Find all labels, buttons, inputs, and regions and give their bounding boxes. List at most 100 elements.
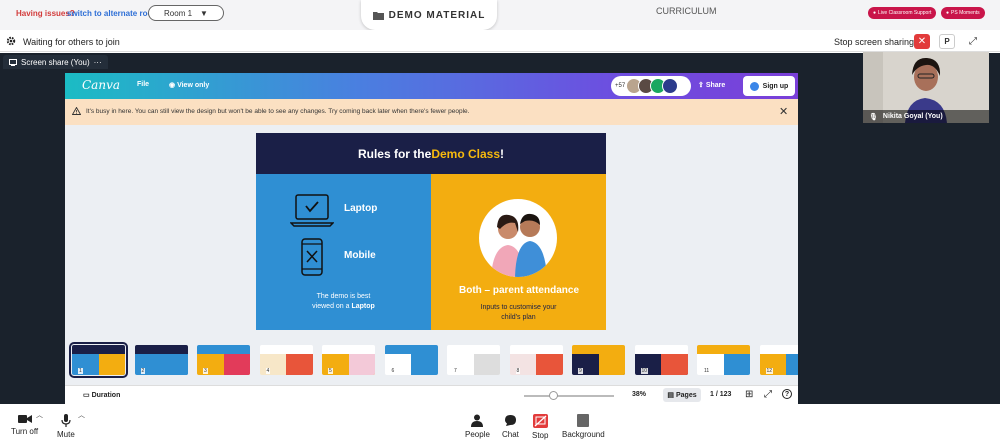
help-icon[interactable]: ?	[782, 389, 792, 399]
ps-moments-label: PS Moments	[951, 10, 980, 16]
live-support-label: Live Classroom Support	[878, 10, 932, 16]
thumbnail-number: 4	[265, 368, 271, 374]
thumbnail-number: 1	[78, 368, 83, 374]
canva-window: Canva File ◉ View only +57 ⇪ Share Sign …	[65, 73, 798, 404]
ps-moments-button[interactable]: ● PS Moments	[941, 7, 985, 19]
stop-sharing-button[interactable]: ✕	[914, 34, 930, 49]
thumbnail-accent	[411, 354, 438, 375]
thumbnail-accent	[223, 354, 250, 375]
status-bar: Waiting for others to join Stop screen s…	[0, 30, 1000, 52]
grid-view-icon[interactable]: ⊞	[745, 389, 753, 400]
page-thumbnail[interactable]: 11	[697, 345, 750, 375]
pages-button[interactable]: ▤ Pages	[663, 388, 701, 402]
thumbnail-accent	[661, 354, 688, 375]
thumbnail-number: 11	[703, 368, 711, 374]
thumbnail-number: 2	[140, 368, 146, 374]
support-icon: ●	[873, 10, 877, 16]
people-label: People	[465, 430, 490, 439]
room-select[interactable]: Room 1 ▼	[148, 5, 224, 21]
microphone-icon	[61, 414, 71, 427]
thumbnail-accent	[286, 354, 313, 375]
people-button[interactable]: People	[465, 414, 490, 439]
screen-share-tab[interactable]: Screen share (You) ···	[3, 55, 108, 69]
thumbnail-number: 7	[453, 368, 458, 374]
chat-label: Chat	[502, 430, 519, 439]
thumbnail-accent	[723, 354, 750, 375]
gear-icon[interactable]	[6, 36, 16, 46]
page-thumbnails: 12345678910111213	[65, 73, 798, 385]
participant-name: Nikita Goyal (You)	[882, 113, 943, 120]
thumbnail-number: 12	[765, 368, 774, 374]
pages-icon: ▤	[667, 392, 674, 399]
waiting-status: Waiting for others to join	[23, 37, 120, 47]
moments-icon: ●	[946, 10, 950, 16]
zoom-level: 38%	[632, 391, 647, 398]
pin-button[interactable]: P	[939, 34, 955, 49]
folder-icon	[372, 11, 384, 20]
thumbnail-number: 3	[203, 368, 208, 374]
thumbnail-number: 9	[578, 368, 583, 374]
page-thumbnail[interactable]: 3	[197, 345, 250, 375]
top-bar: Having issues? switch to alternate room …	[0, 0, 1000, 30]
stop-share-button[interactable]: Stop	[532, 414, 548, 440]
camera-button[interactable]: Turn off	[11, 414, 38, 436]
turn-off-label: Turn off	[11, 427, 39, 436]
screen-share-label: Screen share (You)	[21, 57, 90, 67]
background-button[interactable]: Background	[562, 414, 605, 439]
page-thumbnail[interactable]: 8	[509, 345, 563, 375]
more-options-icon[interactable]: ···	[94, 58, 102, 67]
stop-sharing-label: Stop screen sharing	[834, 37, 915, 47]
thumbnail-accent	[348, 354, 375, 375]
thumbnail-accent	[473, 354, 500, 375]
page-thumbnail[interactable]: 4	[259, 345, 313, 375]
canva-footer: ▭ Duration 38% ▤ Pages 1 / 123 ⊞ ⤢ ?	[65, 385, 798, 404]
screen-icon	[9, 58, 17, 66]
background-label: Background	[562, 430, 605, 439]
thumbnail-number: 6	[390, 368, 396, 374]
people-icon	[471, 414, 484, 427]
demo-material-label: DEMO MATERIAL	[388, 9, 486, 21]
duration-label: Duration	[91, 392, 121, 399]
mic-options-chevron-icon[interactable]: ︿	[78, 410, 85, 420]
caret-down-icon: ▼	[200, 8, 208, 18]
thumbnail-number: 10	[640, 368, 649, 374]
duration-button[interactable]: ▭ Duration	[83, 391, 120, 399]
page-thumbnail[interactable]: 10	[634, 345, 688, 375]
room-select-value: Room 1	[164, 8, 193, 18]
thumbnail-accent	[536, 354, 563, 375]
page-thumbnail[interactable]: 7	[447, 345, 500, 375]
meeting-controls: Turn off ︿ Mute ︿ People Chat Stop Backg…	[0, 404, 1000, 448]
mute-label: Mute	[57, 430, 75, 439]
page-thumbnail[interactable]: 6	[384, 345, 438, 375]
fullscreen-icon[interactable]: ⤢	[965, 34, 981, 49]
page-thumbnail[interactable]: 2	[134, 345, 188, 375]
page-count: 1 / 123	[710, 391, 732, 398]
live-support-button[interactable]: ● Live Classroom Support	[868, 7, 937, 19]
fullscreen-icon[interactable]: ⤢	[764, 389, 772, 400]
participant-name-bar: 🎙︎ Nikita Goyal (You)	[863, 110, 989, 123]
thumbnail-number: 5	[328, 368, 333, 374]
page-thumbnail[interactable]: 5	[322, 345, 375, 375]
having-issues-text: Having issues?	[16, 9, 75, 18]
curriculum-tab[interactable]: CURRICULUM	[656, 6, 717, 16]
page-thumbnail[interactable]: 12	[759, 345, 798, 375]
stop-label: Stop	[532, 431, 549, 440]
page-thumbnail[interactable]: 1	[69, 342, 128, 378]
zoom-slider[interactable]	[524, 395, 614, 397]
camera-icon	[17, 415, 32, 423]
thumbnail-accent	[598, 354, 625, 375]
thumbnail-accent	[161, 354, 188, 375]
page-thumbnail[interactable]: 9	[572, 345, 625, 375]
chat-icon	[504, 415, 516, 426]
chat-button[interactable]: Chat	[502, 414, 519, 439]
camera-options-chevron-icon[interactable]: ︿	[36, 410, 43, 420]
thumbnail-accent	[98, 354, 125, 375]
thumbnail-number: 8	[515, 368, 521, 374]
switch-room-link[interactable]: switch to alternate room	[67, 9, 159, 18]
demo-material-tab[interactable]: DEMO MATERIAL	[361, 0, 497, 30]
zoom-slider-handle[interactable]	[549, 391, 559, 400]
stop-share-icon	[532, 414, 548, 428]
mute-button[interactable]: Mute	[57, 414, 75, 439]
microphone-icon: 🎙︎	[869, 113, 878, 121]
thumbnail-accent	[786, 354, 798, 375]
